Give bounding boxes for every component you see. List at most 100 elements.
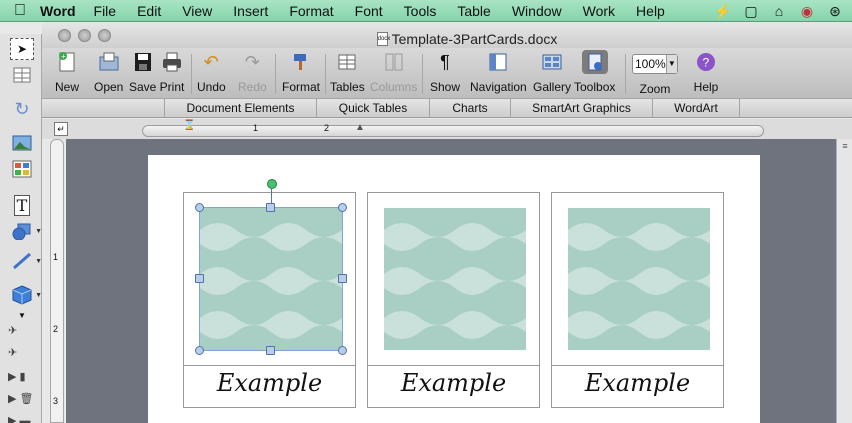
clip-art-tool[interactable] (10, 158, 34, 180)
resize-handle-ne[interactable] (338, 203, 347, 212)
clip-art-icon (12, 160, 32, 178)
right-indent-marker-icon[interactable]: ▲ (355, 122, 365, 133)
tab-charts[interactable]: Charts (429, 99, 510, 118)
table-icon (13, 67, 31, 83)
card-divider (552, 365, 723, 366)
menu-help[interactable]: Help (636, 3, 665, 19)
more-tools-toggle[interactable]: ▼ (10, 310, 34, 320)
toolbox-button[interactable]: Toolbox (574, 50, 615, 94)
navigation-button[interactable]: Navigation (470, 50, 527, 94)
minimize-button[interactable] (78, 29, 91, 42)
columns-button[interactable]: Columns (370, 50, 417, 94)
resize-handle-s[interactable] (266, 346, 275, 355)
menu-work[interactable]: Work (583, 3, 615, 19)
script-icon[interactable]: ⚡ (714, 3, 732, 20)
menu-view[interactable]: View (182, 3, 212, 19)
vruler-mark-3: 3 (53, 396, 59, 406)
card-caption[interactable]: Example (184, 369, 355, 397)
help-button[interactable]: ? Help (693, 50, 719, 94)
resize-handle-sw[interactable] (195, 346, 204, 355)
tree-row[interactable]: ▶ ▬ (8, 414, 31, 423)
undo-button[interactable]: ↶ Undo (197, 50, 226, 95)
rotate-icon: ↻ (14, 98, 30, 119)
card-divider (368, 365, 539, 366)
new-button[interactable]: + New (54, 50, 80, 94)
toolbar-separator (422, 54, 423, 94)
tree-row[interactable]: ▶ 🗑 (8, 392, 33, 405)
gallery-button[interactable]: Gallery (533, 50, 571, 94)
menu-format[interactable]: Format (289, 3, 333, 19)
cube-icon (12, 285, 32, 305)
table-tool[interactable] (10, 64, 34, 86)
wave-pattern-image[interactable] (568, 208, 710, 350)
text-box-icon: T (13, 194, 31, 216)
tab-stop-selector[interactable]: ↵ (54, 122, 68, 136)
card-caption[interactable]: Example (368, 369, 539, 397)
gallery-icon (539, 50, 565, 74)
redo-button[interactable]: ↷ Redo (238, 50, 267, 95)
tables-button[interactable]: Tables (330, 50, 365, 94)
card-2[interactable]: Example (367, 192, 540, 408)
format-painter-button[interactable]: Format (282, 50, 320, 94)
3d-shape-tool[interactable]: ▼ (10, 284, 42, 306)
menu-file[interactable]: File (94, 3, 117, 19)
navigation-pane-icon (485, 50, 511, 74)
shapes-icon (12, 223, 31, 240)
zoom-select[interactable]: 100% ▼ (632, 54, 678, 74)
chevron-down-icon: ▼ (35, 291, 42, 299)
vertical-scrollbar[interactable]: ≡ (836, 139, 852, 423)
app-badge-icon[interactable]: ◉ (798, 3, 816, 20)
resize-handle-w[interactable] (195, 274, 204, 283)
close-button[interactable] (58, 29, 71, 42)
split-handle-icon[interactable]: ≡ (840, 141, 850, 151)
window-icon[interactable]: ▢ (742, 3, 760, 20)
chevron-down-icon: ▼ (665, 55, 677, 73)
rotate-tool[interactable]: ↻ (10, 98, 34, 120)
card-1[interactable]: Example (183, 179, 356, 408)
indent-marker-icon[interactable]: ⌛ (183, 120, 195, 131)
chevron-down-icon: ▼ (35, 227, 42, 235)
menu-insert[interactable]: Insert (233, 3, 268, 19)
resize-handle-n[interactable] (266, 203, 275, 212)
text-box-tool[interactable]: T (10, 194, 34, 216)
resize-handle-se[interactable] (338, 346, 347, 355)
chevron-down-icon: ▼ (18, 310, 26, 320)
line-tool[interactable]: ▼ (10, 250, 42, 272)
tab-document-elements[interactable]: Document Elements (164, 99, 316, 118)
tab-quick-tables[interactable]: Quick Tables (316, 99, 429, 118)
vertical-ruler[interactable]: 1 2 3 (50, 139, 64, 423)
wave-pattern-image[interactable] (384, 208, 526, 350)
menu-tools[interactable]: Tools (404, 3, 437, 19)
picture-tool[interactable] (10, 132, 34, 154)
network-icon[interactable]: ⊛ (826, 3, 844, 20)
tree-row[interactable]: ▶ ▮ (8, 370, 26, 383)
apple-menu-icon[interactable]:  (0, 2, 40, 20)
card-caption[interactable]: Example (552, 369, 723, 397)
horizontal-ruler[interactable]: 1 2 ⌛ ▲ (142, 120, 764, 137)
app-menu[interactable]: Word (40, 3, 76, 19)
home-icon[interactable]: ⌂ (770, 3, 788, 20)
save-button[interactable]: Save (129, 50, 156, 94)
resize-handle-nw[interactable] (195, 203, 204, 212)
menu-edit[interactable]: Edit (137, 3, 161, 19)
zoom-button[interactable] (98, 29, 111, 42)
pilcrow-icon: ¶ (440, 51, 450, 72)
tab-wordart[interactable]: WordArt (652, 99, 740, 118)
select-objects-tool[interactable]: ➤ (10, 38, 34, 60)
menu-table[interactable]: Table (457, 3, 490, 19)
docx-file-icon: docx (376, 32, 390, 46)
print-button[interactable]: Print (159, 50, 185, 94)
card-3[interactable]: Example (551, 192, 724, 408)
wave-pattern-image[interactable] (200, 208, 342, 350)
tab-smartart-graphics[interactable]: SmartArt Graphics (510, 99, 652, 118)
standard-toolbar: + New Open Save Print ↶ Undo ↷ Redo Form… (42, 48, 852, 98)
document-page[interactable]: Example Example Example (148, 155, 760, 423)
menu-font[interactable]: Font (355, 3, 383, 19)
shapes-tool[interactable]: ▼ (10, 220, 42, 242)
rotation-handle[interactable] (267, 179, 277, 189)
open-button[interactable]: Open (94, 50, 123, 94)
undo-arrow-icon: ↶ (203, 51, 219, 72)
resize-handle-e[interactable] (338, 274, 347, 283)
menu-window[interactable]: Window (512, 3, 562, 19)
show-button[interactable]: ¶ Show (430, 50, 460, 95)
